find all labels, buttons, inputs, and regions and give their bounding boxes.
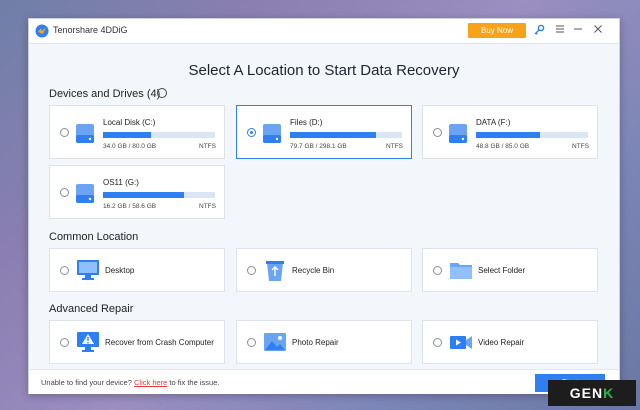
drive-usage-fill xyxy=(476,132,540,138)
drive-size: 48.8 GB / 85.0 GB xyxy=(476,143,530,150)
drive-usage-bar xyxy=(103,132,215,138)
key-icon[interactable] xyxy=(532,24,546,38)
drive-radio[interactable] xyxy=(60,128,69,137)
desktop-icon xyxy=(77,260,99,280)
repair-label: Photo Repair xyxy=(292,338,339,347)
location-label: Select Folder xyxy=(478,266,526,275)
close-icon[interactable] xyxy=(591,24,605,38)
photo-icon xyxy=(264,333,286,351)
location-desktop[interactable]: Desktop xyxy=(49,248,225,292)
drive-usage-fill xyxy=(103,132,152,138)
drive-size: 16.2 GB / 58.6 GB xyxy=(103,203,157,210)
drive-filesystem: NTFS xyxy=(572,143,589,150)
footer-help-prefix: Unable to find your device? xyxy=(41,378,132,387)
title-bar: Tenorshare 4DDiG Buy Now xyxy=(29,19,619,44)
common-section-title: Common Location xyxy=(49,231,139,243)
location-radio[interactable] xyxy=(247,266,256,275)
genk-watermark: GENK xyxy=(548,380,636,406)
watermark-text-b: K xyxy=(603,385,615,401)
drive-usage-bar xyxy=(290,132,402,138)
repair-crash-computer[interactable]: Recover from Crash Computer xyxy=(49,320,225,364)
drive-size: 34.0 GB / 80.0 GB xyxy=(103,143,157,150)
location-label: Desktop xyxy=(105,266,135,275)
location-select-folder[interactable]: Select Folder xyxy=(422,248,598,292)
click-here-link[interactable]: Click here xyxy=(134,378,167,387)
footer-help-text: Unable to find your device? Click here t… xyxy=(41,378,219,387)
location-radio[interactable] xyxy=(433,266,442,275)
drive-filesystem: NTFS xyxy=(386,143,403,150)
hard-drive-icon xyxy=(76,184,94,203)
location-radio[interactable] xyxy=(60,266,69,275)
recycle-bin-icon xyxy=(266,261,284,281)
app-logo-icon xyxy=(35,24,49,38)
drive-card-g[interactable]: OS11 (G:) 16.2 GB / 58.6 GB NTFS xyxy=(49,165,225,219)
drive-radio[interactable] xyxy=(60,188,69,197)
location-label: Recycle Bin xyxy=(292,266,335,275)
drive-card-f[interactable]: DATA (F:) 48.8 GB / 85.0 GB NTFS xyxy=(422,105,598,159)
drive-name: Local Disk (C:) xyxy=(103,118,156,127)
drive-name: OS11 (G:) xyxy=(103,178,139,187)
page-heading: Select A Location to Start Data Recovery xyxy=(188,62,460,79)
hard-drive-icon xyxy=(449,124,467,143)
repair-radio[interactable] xyxy=(247,338,256,347)
repair-radio[interactable] xyxy=(433,338,442,347)
drive-size: 79.7 GB / 298.1 GB xyxy=(290,143,347,150)
crash-computer-icon xyxy=(77,332,99,352)
drive-radio[interactable] xyxy=(247,128,256,137)
repair-label: Video Repair xyxy=(478,338,525,347)
drive-card-c[interactable]: Local Disk (C:) 34.0 GB / 80.0 GB NTFS xyxy=(49,105,225,159)
drive-usage-bar xyxy=(476,132,588,138)
advanced-section-title: Advanced Repair xyxy=(49,303,134,315)
devices-section-title: Devices and Drives (4) xyxy=(49,88,161,100)
video-camera-icon xyxy=(450,336,472,349)
drive-usage-bar xyxy=(103,192,215,198)
watermark-text-a: GEN xyxy=(569,385,604,401)
drive-name: Files (D:) xyxy=(290,118,323,127)
minimize-icon[interactable] xyxy=(571,24,585,38)
buy-now-button[interactable]: Buy Now xyxy=(468,23,526,38)
drive-usage-fill xyxy=(103,192,184,198)
folder-icon xyxy=(450,263,472,279)
hard-drive-icon xyxy=(76,124,94,143)
drive-filesystem: NTFS xyxy=(199,203,216,210)
repair-video[interactable]: Video Repair xyxy=(422,320,598,364)
repair-radio[interactable] xyxy=(60,338,69,347)
app-title: Tenorshare 4DDiG xyxy=(53,25,128,35)
refresh-icon[interactable] xyxy=(157,88,167,98)
drive-radio[interactable] xyxy=(433,128,442,137)
drive-card-d[interactable]: Files (D:) 79.7 GB / 298.1 GB NTFS xyxy=(236,105,412,159)
repair-label: Recover from Crash Computer xyxy=(105,338,214,347)
drive-filesystem: NTFS xyxy=(199,143,216,150)
drive-name: DATA (F:) xyxy=(476,118,511,127)
app-window: Tenorshare 4DDiG Buy Now Select A Locati… xyxy=(28,18,620,394)
drive-usage-fill xyxy=(290,132,377,138)
hard-drive-icon xyxy=(263,124,281,143)
location-recycle-bin[interactable]: Recycle Bin xyxy=(236,248,412,292)
repair-photo[interactable]: Photo Repair xyxy=(236,320,412,364)
footer-help-suffix: to fix the issue. xyxy=(169,378,220,387)
menu-icon[interactable] xyxy=(553,24,567,38)
footer-bar: Unable to find your device? Click here t… xyxy=(29,369,619,394)
